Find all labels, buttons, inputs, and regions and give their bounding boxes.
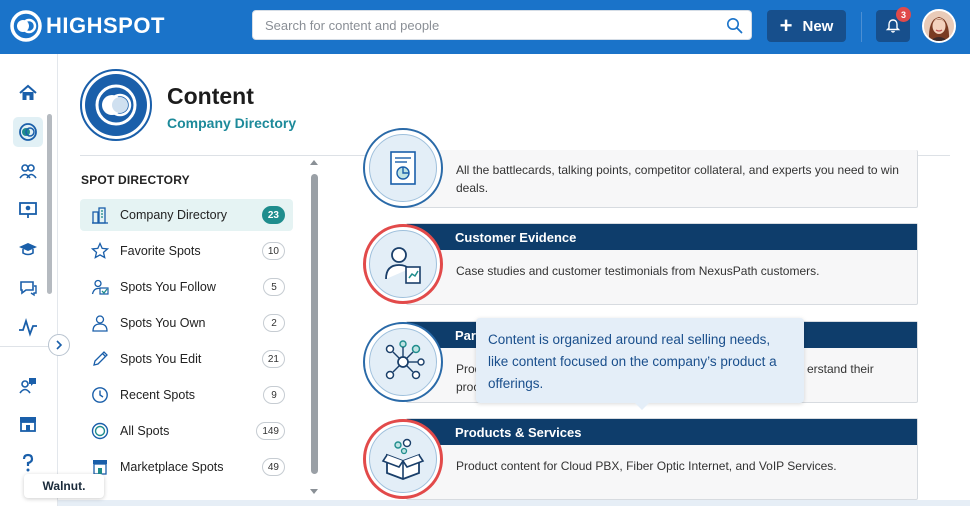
dir-label: Favorite Spots — [120, 244, 201, 258]
dir-count-badge: 23 — [261, 206, 285, 224]
new-button-label: New — [802, 17, 834, 35]
star-icon — [89, 240, 111, 262]
card-icon-customer-evidence — [363, 224, 443, 304]
user-icon — [89, 312, 111, 334]
logo-text: HIGHSPOT — [46, 13, 165, 38]
spots-icon — [19, 123, 37, 141]
analytics-icon — [19, 318, 37, 337]
scroll-down-arrow-icon[interactable] — [310, 489, 318, 494]
clock-icon — [89, 384, 111, 406]
spot-directory-heading: SPOT DIRECTORY — [81, 173, 190, 187]
dir-item-all-spots[interactable]: All Spots 149 — [80, 415, 293, 447]
card-description: All the battlecards, talking points, com… — [456, 163, 899, 195]
spot-logo — [80, 69, 152, 141]
card-icon-partners — [363, 322, 443, 402]
dir-item-company-directory[interactable]: Company Directory 23 — [80, 199, 293, 231]
spot-card-customer-evidence[interactable]: Customer Evidence Case studies and custo… — [406, 223, 918, 305]
highspot-logo[interactable]: HIGHSPOT — [9, 9, 165, 43]
rail-spots[interactable] — [13, 117, 43, 147]
dir-item-recent-spots[interactable]: Recent Spots 9 — [80, 379, 293, 411]
rail-training[interactable] — [13, 234, 43, 264]
content-spot-icon — [95, 84, 137, 126]
dir-item-marketplace-spots[interactable]: Marketplace Spots 49 — [80, 451, 293, 483]
dir-count-badge: 5 — [263, 278, 285, 296]
bottom-strip — [58, 500, 970, 506]
dir-item-spots-you-edit[interactable]: Spots You Edit 21 — [80, 343, 293, 375]
dir-count-badge: 10 — [261, 242, 285, 260]
rail-people[interactable] — [13, 156, 43, 186]
search-icon[interactable] — [726, 17, 743, 34]
directory-scrollbar[interactable] — [311, 174, 318, 474]
dir-count-badge: 2 — [263, 314, 285, 332]
dir-item-spots-you-follow[interactable]: Spots You Follow 5 — [80, 271, 293, 303]
training-icon — [19, 243, 37, 256]
card-desc-fragment: erstand their — [807, 362, 874, 376]
battlecard-icon — [390, 151, 416, 185]
rail-home[interactable] — [13, 78, 43, 108]
top-bar: HIGHSPOT + New 3 — [0, 0, 970, 54]
card-description: Product content for Cloud PBX, Fiber Opt… — [456, 459, 837, 473]
spot-card-competitive[interactable]: All the battlecards, talking points, com… — [406, 150, 918, 208]
dir-count-badge: 21 — [261, 350, 285, 368]
guide-tooltip: Content is organized around real selling… — [476, 318, 804, 403]
dir-count-badge: 149 — [256, 422, 285, 440]
avatar-image — [924, 11, 954, 41]
presentation-icon — [19, 202, 37, 218]
dir-count-badge: 9 — [263, 386, 285, 404]
follow-icon — [89, 276, 111, 298]
rail-chat[interactable] — [13, 273, 43, 303]
box-icon — [381, 438, 425, 480]
notification-badge: 3 — [896, 7, 911, 22]
page-subtitle-link[interactable]: Company Directory — [167, 115, 296, 131]
people-icon — [19, 164, 37, 179]
card-icon-products-services — [363, 419, 443, 499]
chat-icon — [20, 281, 37, 297]
left-nav-rail — [0, 54, 58, 506]
new-button[interactable]: + New — [767, 10, 846, 42]
spot-card-products-services[interactable]: Products & Services Product content for … — [406, 418, 918, 500]
dir-label: Marketplace Spots — [120, 460, 224, 474]
help-icon — [22, 453, 34, 472]
page-title: Content — [167, 83, 254, 109]
customer-evidence-icon — [385, 247, 421, 284]
search-input[interactable] — [253, 11, 713, 39]
search-box[interactable] — [252, 10, 752, 40]
dir-label: All Spots — [120, 424, 170, 438]
network-icon — [385, 340, 425, 380]
expand-rail-button[interactable] — [48, 334, 70, 356]
spot-logo-inner — [85, 74, 147, 136]
pencil-icon — [89, 348, 111, 370]
rail-scrollbar[interactable] — [47, 114, 52, 294]
dir-item-spots-you-own[interactable]: Spots You Own 2 — [80, 307, 293, 339]
dir-label: Recent Spots — [120, 388, 196, 402]
rail-analytics[interactable] — [13, 312, 43, 342]
tooltip-tail — [634, 402, 650, 410]
card-description: Case studies and customer testimonials f… — [456, 264, 820, 278]
card-icon-competitive — [363, 128, 443, 208]
rail-pitch[interactable] — [13, 195, 43, 225]
dir-item-favorite-spots[interactable]: Favorite Spots 10 — [80, 235, 293, 267]
dir-label: Spots You Follow — [120, 280, 216, 294]
dir-label: Spots You Own — [120, 316, 206, 330]
card-title: Customer Evidence — [407, 224, 917, 250]
avatar[interactable] — [922, 9, 956, 43]
all-spots-icon — [89, 420, 111, 442]
buildings-icon — [89, 204, 111, 226]
dir-label: Company Directory — [120, 208, 227, 222]
rail-feedback[interactable] — [13, 370, 43, 400]
card-title: Products & Services — [407, 419, 917, 445]
home-icon — [19, 84, 37, 100]
rail-store[interactable] — [13, 409, 43, 439]
header-divider — [861, 12, 862, 42]
chevron-right-icon — [56, 340, 63, 350]
store-icon — [20, 417, 36, 432]
feedback-icon — [19, 378, 36, 394]
dir-count-badge: 49 — [261, 458, 285, 476]
dir-label: Spots You Edit — [120, 352, 202, 366]
walnut-badge[interactable]: Walnut. — [24, 474, 104, 498]
plus-icon: + — [779, 13, 793, 38]
scroll-up-arrow-icon[interactable] — [310, 160, 318, 165]
highspot-logo-icon — [10, 10, 42, 42]
